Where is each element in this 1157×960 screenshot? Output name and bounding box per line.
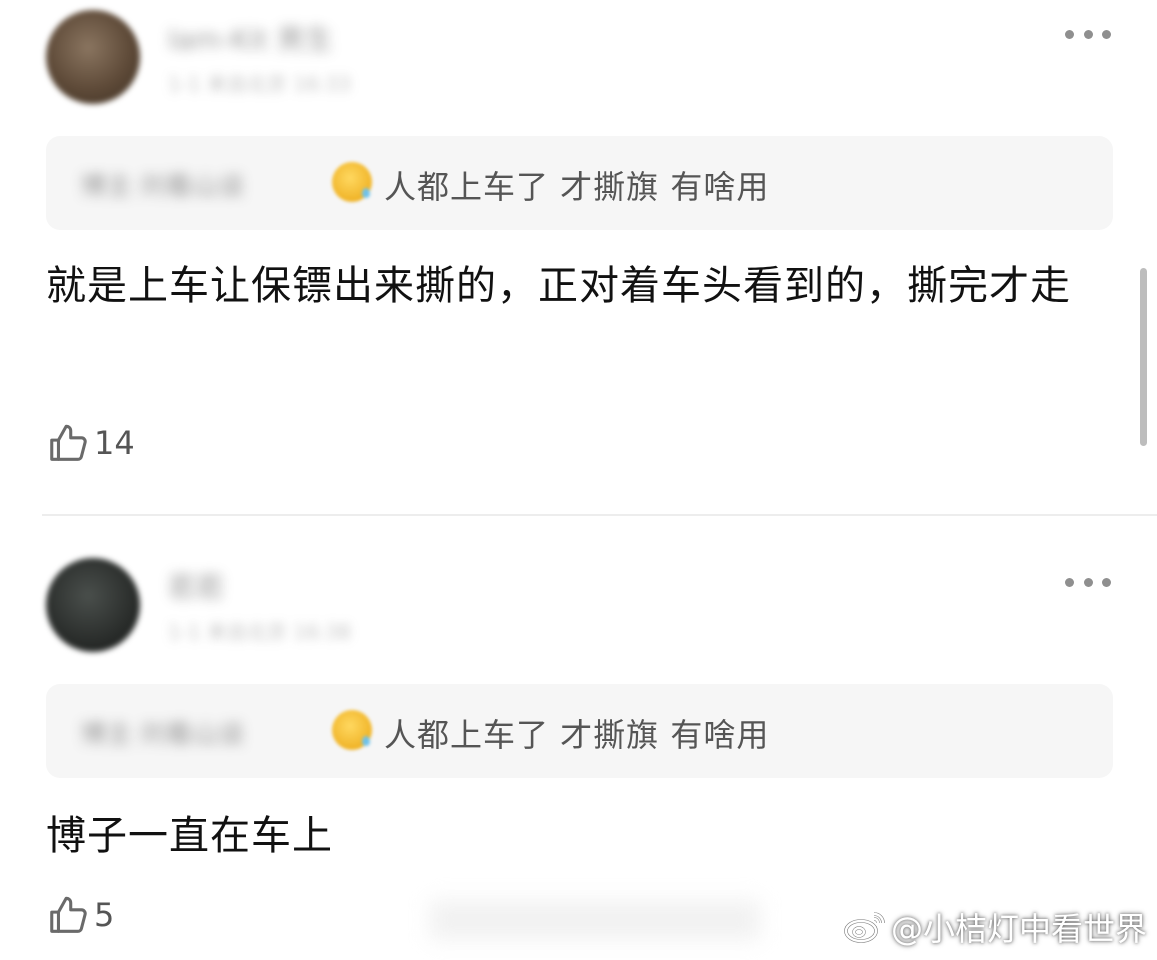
comment-meta: 1-1 来自北京 16:33: [168, 72, 352, 96]
watermark: @小桔灯中看世界: [843, 904, 1147, 950]
quoted-text: 人都上车了 才撕旗 有啥用: [384, 716, 770, 754]
like-button[interactable]: 14: [46, 420, 135, 466]
comment-meta: 1-1 来自北京 16:38: [168, 620, 352, 644]
comment-body: 就是上车让保镖出来撕的，正对着车头看到的，撕完才走: [46, 263, 1071, 309]
weibo-logo-icon: [844, 912, 885, 943]
blurred-region: [430, 900, 760, 940]
quoted-author: 博主·刘看山谈: [80, 720, 245, 750]
quoted-text: 人都上车了 才撕旗 有啥用: [384, 168, 770, 206]
scrollbar[interactable]: [1140, 268, 1147, 446]
like-button[interactable]: 5: [46, 892, 114, 938]
avatar[interactable]: [46, 558, 140, 652]
comment-divider: [42, 514, 1157, 516]
watermark-text: @小桔灯中看世界: [890, 910, 1147, 948]
comment-item: 若若 1-1 来自北京 16:38 博主·刘看山谈 人都上车了 才撕旗 有啥用 …: [0, 548, 1157, 960]
sweat-emoji-icon: [332, 162, 372, 202]
avatar[interactable]: [46, 10, 140, 104]
more-options-button[interactable]: [1065, 574, 1111, 590]
thumbs-up-icon: [50, 896, 87, 933]
more-options-button[interactable]: [1065, 26, 1111, 42]
user-name[interactable]: Iam-Kit 男生: [168, 18, 333, 58]
quoted-author: 博主·刘看山谈: [80, 172, 245, 202]
comment-item: Iam-Kit 男生 1-1 来自北京 16:33 博主·刘看山谈 人都上车了 …: [0, 0, 1157, 515]
sweat-emoji-icon: [332, 710, 372, 750]
comment-body: 博子一直在车上: [46, 813, 333, 859]
user-name[interactable]: 若若: [168, 566, 224, 606]
like-count: 14: [94, 424, 135, 462]
like-count: 5: [94, 896, 115, 934]
quoted-post[interactable]: 博主·刘看山谈 人都上车了 才撕旗 有啥用: [46, 136, 1113, 230]
more-dots-icon: [1065, 577, 1074, 587]
more-dots-icon: [1065, 29, 1074, 39]
quoted-post[interactable]: 博主·刘看山谈 人都上车了 才撕旗 有啥用: [46, 684, 1113, 778]
thumbs-up-icon: [50, 424, 87, 461]
